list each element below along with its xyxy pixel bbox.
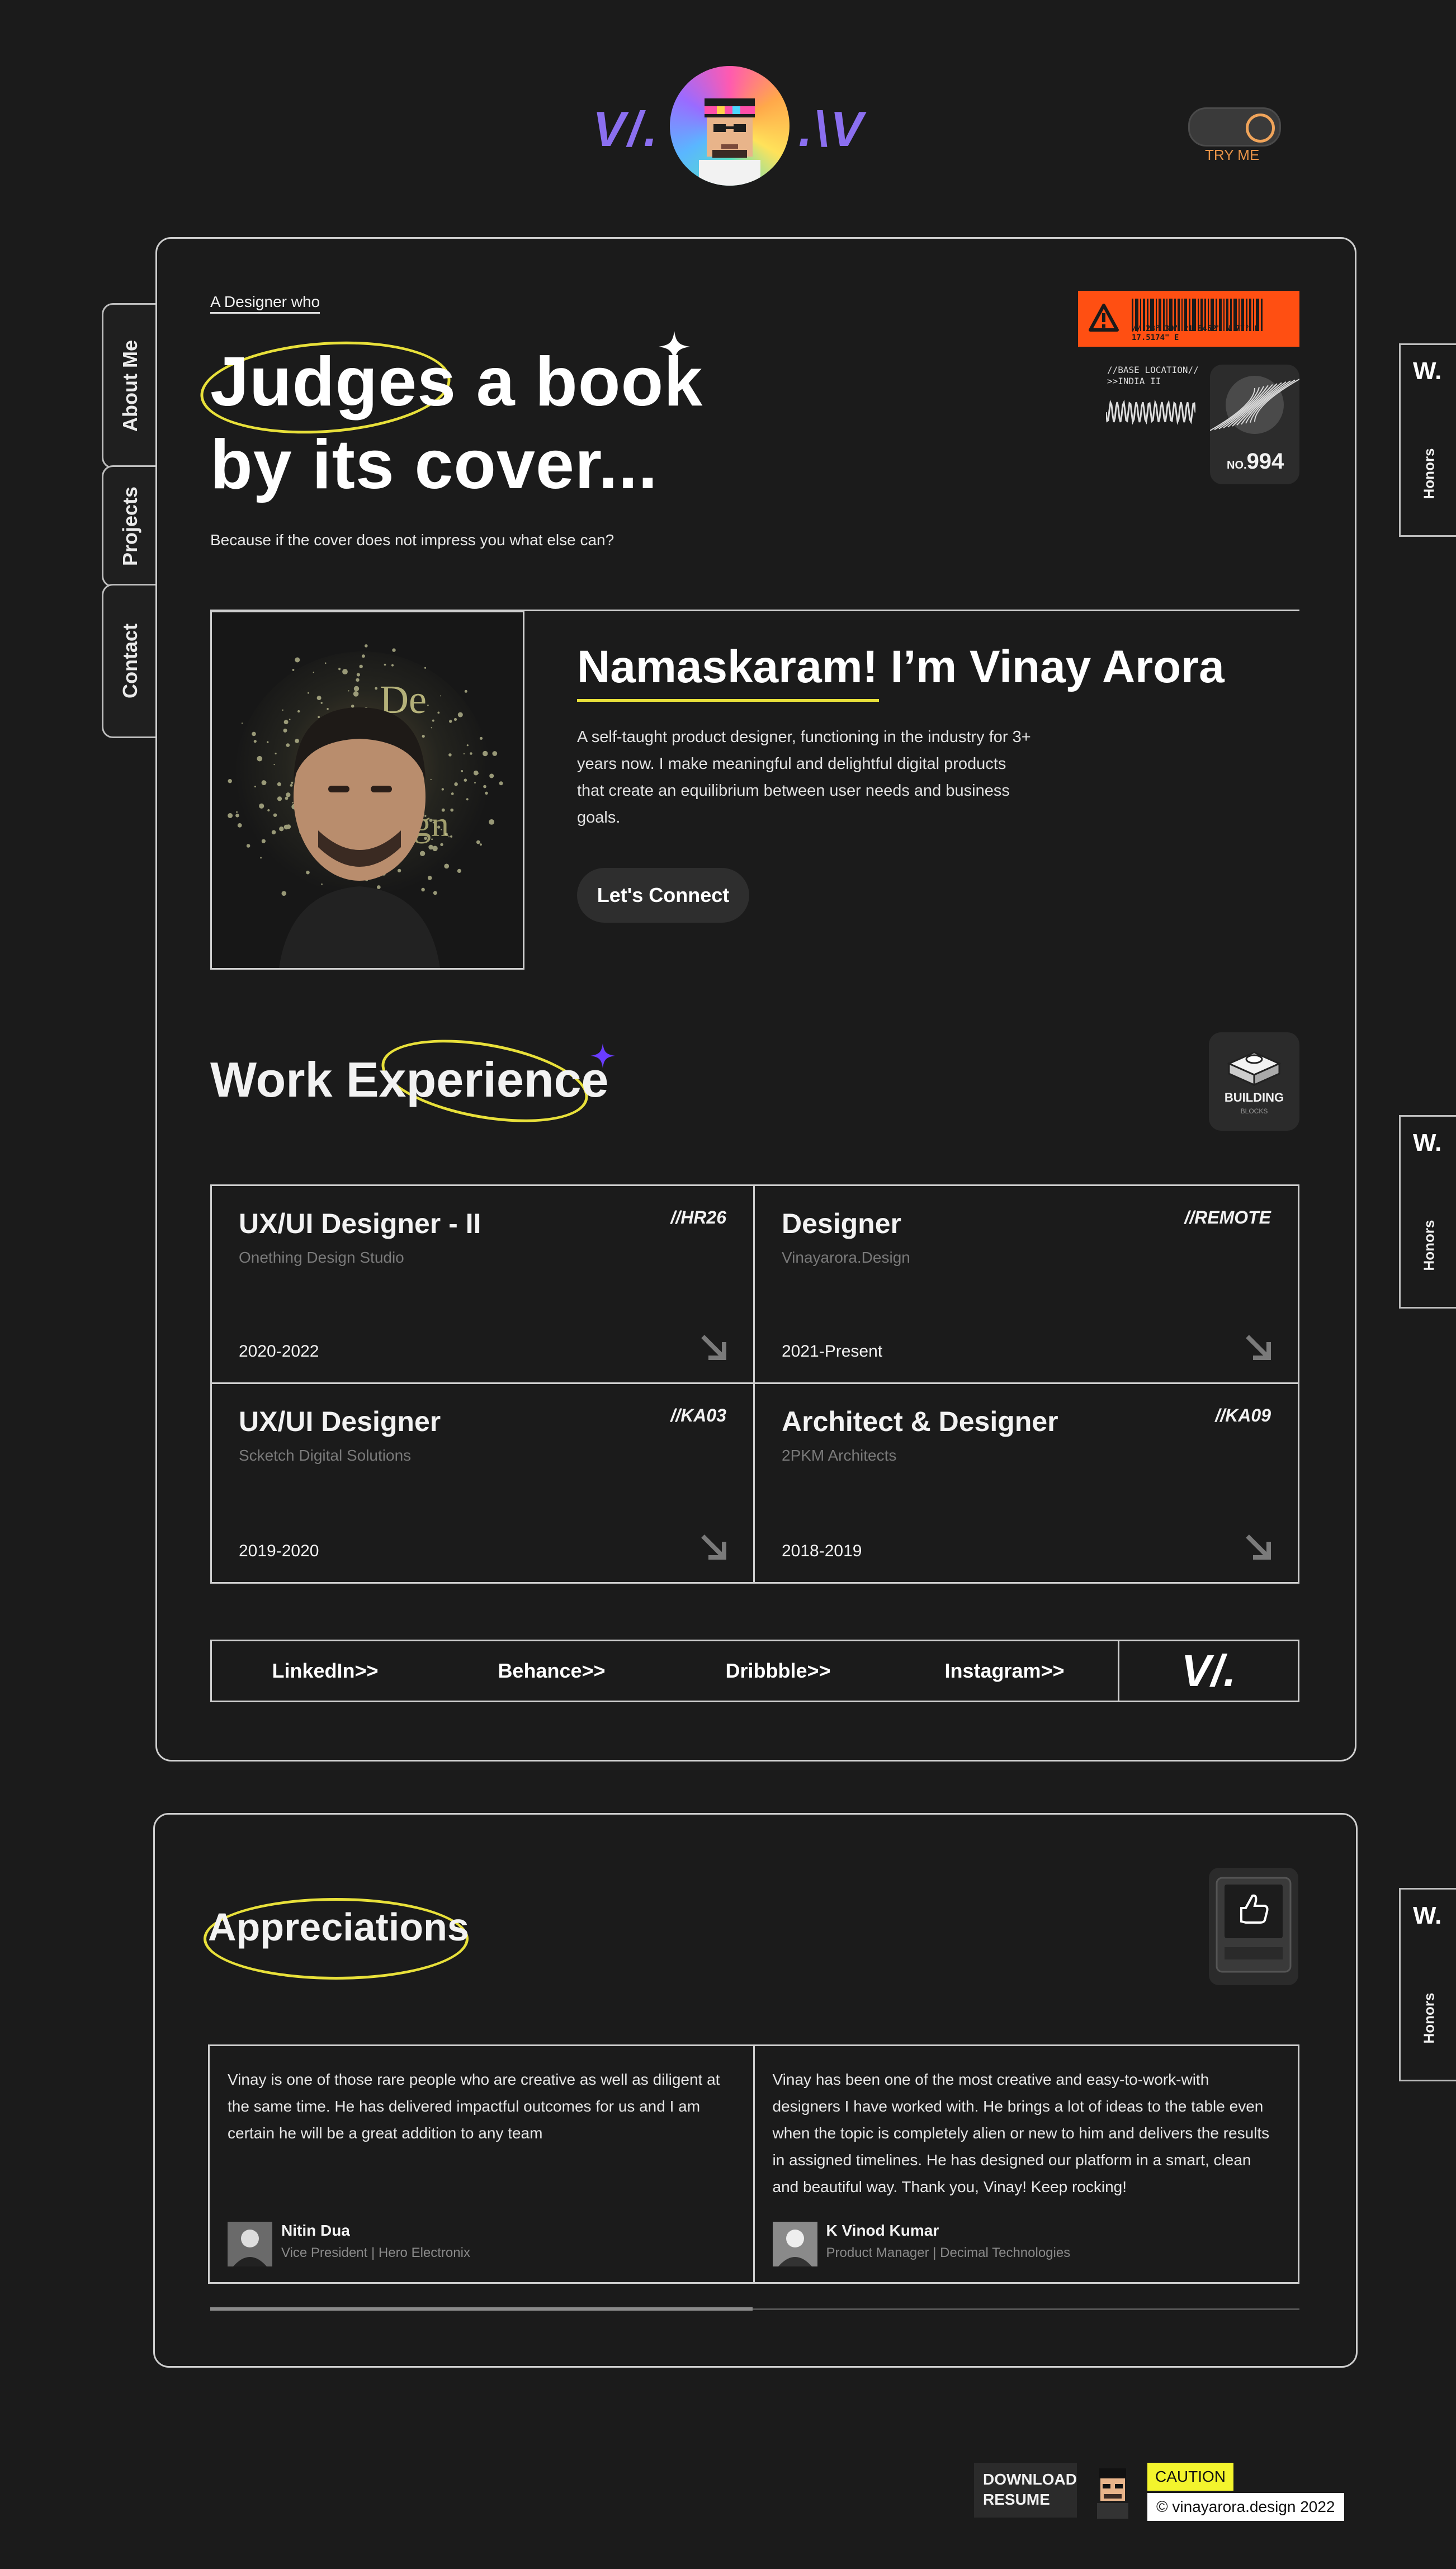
badge-label: BUILDING — [1224, 1090, 1284, 1104]
hero-line-1: Judges a book — [210, 343, 703, 421]
arrow-down-right-icon[interactable] — [699, 1333, 729, 1362]
years: 2021-Present — [782, 1342, 883, 1361]
greeting-underline — [577, 699, 879, 702]
arrow-down-right-icon[interactable] — [699, 1533, 729, 1562]
company-name: Scketch Digital Solutions — [239, 1447, 412, 1464]
caution-badge: CAUTION — [1147, 2463, 1233, 2491]
honors-tab-2[interactable]: W. Honors — [1399, 1115, 1456, 1309]
appreciations-title: Appreciations — [208, 1905, 469, 1949]
profile-photo: De gn — [210, 611, 524, 970]
location-code: //REMOTE — [1184, 1207, 1271, 1227]
sparkle-icon — [590, 1043, 615, 1071]
honor-mark: W. — [1413, 357, 1442, 385]
honor-label: Honors — [1420, 1220, 1438, 1271]
location-code: //HR26 — [670, 1207, 726, 1227]
experience-card[interactable]: UX/UI Designer - II Onething Design Stud… — [212, 1186, 755, 1384]
honor-mark: W. — [1413, 1129, 1442, 1156]
sparkle-icon — [659, 331, 690, 365]
lego-brick-icon — [1227, 1051, 1282, 1087]
pixel-avatar — [1089, 2463, 1136, 2519]
tab-about-me[interactable]: About Me — [102, 303, 157, 469]
coordinates: // 28° 39' 21.8452" N 77° 8' 17.5174" E — [1132, 324, 1264, 342]
testimonial-card: Vinay has been one of the most creative … — [753, 2046, 1298, 2282]
honors-tab-1[interactable]: W. Honors — [1399, 343, 1456, 537]
greeting-heading: Namaskaram! I’m Vinay Arora — [577, 641, 1225, 692]
testimonial-role: Vice President | Hero Electronix — [281, 2245, 470, 2260]
location-code: //KA09 — [1215, 1405, 1271, 1425]
linkedin-link[interactable]: LinkedIn>> — [212, 1641, 438, 1701]
role-title: UX/UI Designer - II — [239, 1208, 481, 1239]
arrow-down-right-icon[interactable] — [1244, 1333, 1273, 1362]
intro-paragraph: A self-taught product designer, function… — [577, 728, 1031, 827]
experience-grid: UX/UI Designer - II Onething Design Stud… — [210, 1184, 1299, 1584]
role-title: Designer — [782, 1208, 901, 1239]
carousel-thumb[interactable] — [210, 2307, 753, 2311]
experience-card[interactable]: UX/UI Designer Scketch Digital Solutions… — [212, 1384, 755, 1582]
tab-contact[interactable]: Contact — [102, 584, 157, 738]
company-name: 2PKM Architects — [782, 1447, 897, 1464]
honors-tab-3[interactable]: W. Honors — [1399, 1888, 1456, 2081]
building-blocks-badge: BUILDING BLOCKS — [1209, 1032, 1299, 1131]
instagram-link[interactable]: Instagram>> — [891, 1641, 1118, 1701]
years: 2020-2022 — [239, 1342, 319, 1361]
thumbs-up-icon — [1216, 1877, 1292, 1973]
testimonial-text: Vinay is one of those rare people who ar… — [228, 2071, 720, 2142]
tab-projects[interactable]: Projects — [102, 465, 157, 587]
toggle-knob — [1246, 114, 1275, 143]
honor-label: Honors — [1420, 448, 1438, 499]
hero-kicker: A Designer who — [210, 293, 320, 314]
avatar — [772, 2222, 817, 2266]
copyright: © vinayarora.design 2022 — [1147, 2493, 1344, 2521]
avatar — [228, 2222, 272, 2266]
testimonial-name: K Vinod Kumar — [826, 2222, 939, 2239]
years: 2018-2019 — [782, 1542, 862, 1560]
badge-number: NO.994 — [1227, 449, 1284, 474]
base-location: //BASE LOCATION// >>INDIA II — [1107, 365, 1199, 386]
behance-link[interactable]: Behance>> — [438, 1641, 665, 1701]
role-title: UX/UI Designer — [239, 1406, 441, 1437]
logo-right[interactable]: .\V — [798, 101, 866, 158]
badge-sublabel: BLOCKS — [1240, 1107, 1268, 1115]
sphere-icon — [1210, 376, 1299, 434]
company-name: Onething Design Studio — [239, 1249, 404, 1266]
download-resume-button[interactable]: DOWNLOAD RESUME — [974, 2463, 1077, 2518]
wave-icon — [1105, 398, 1197, 429]
role-title: Architect & Designer — [782, 1406, 1058, 1437]
testimonial-text: Vinay has been one of the most creative … — [772, 2071, 1270, 2195]
experience-card[interactable]: Designer Vinayarora.Design //REMOTE 2021… — [755, 1186, 1298, 1384]
lets-connect-button[interactable]: Let's Connect — [577, 868, 749, 923]
theme-toggle[interactable] — [1188, 107, 1281, 147]
arrow-down-right-icon[interactable] — [1244, 1533, 1273, 1562]
footer-logo[interactable]: V/. — [1118, 1641, 1298, 1701]
tab-label: Contact — [119, 624, 141, 698]
honor-mark: W. — [1413, 1902, 1442, 1929]
testimonial-name: Nitin Dua — [281, 2222, 350, 2239]
number-badge: NO.994 — [1210, 365, 1299, 484]
thumbs-up-badge — [1209, 1868, 1298, 1985]
experience-card[interactable]: Architect & Designer 2PKM Architects //K… — [755, 1384, 1298, 1582]
dribbble-link[interactable]: Dribbble>> — [665, 1641, 891, 1701]
logo-left[interactable]: V/. — [593, 101, 660, 158]
try-me-label: TRY ME — [1205, 147, 1260, 163]
hero-subtitle: Because if the cover does not impress yo… — [210, 531, 614, 549]
hero-line-2: by its cover... — [210, 426, 658, 503]
honor-label: Honors — [1420, 1992, 1438, 2044]
testimonial-card: Vinay is one of those rare people who ar… — [210, 2046, 753, 2282]
pixel-avatar — [670, 66, 790, 186]
years: 2019-2020 — [239, 1542, 319, 1560]
location-code: //KA03 — [670, 1405, 726, 1425]
testimonials: Vinay is one of those rare people who ar… — [208, 2044, 1299, 2284]
tab-label: About Me — [119, 340, 141, 432]
barcode-badge: // 28° 39' 21.8452" N 77° 8' 17.5174" E — [1078, 291, 1299, 347]
social-links-bar: LinkedIn>> Behance>> Dribbble>> Instagra… — [210, 1640, 1299, 1702]
company-name: Vinayarora.Design — [782, 1249, 910, 1266]
work-experience-title: Work Experience — [210, 1052, 609, 1107]
tab-label: Projects — [119, 486, 141, 566]
testimonial-role: Product Manager | Decimal Technologies — [826, 2245, 1071, 2260]
